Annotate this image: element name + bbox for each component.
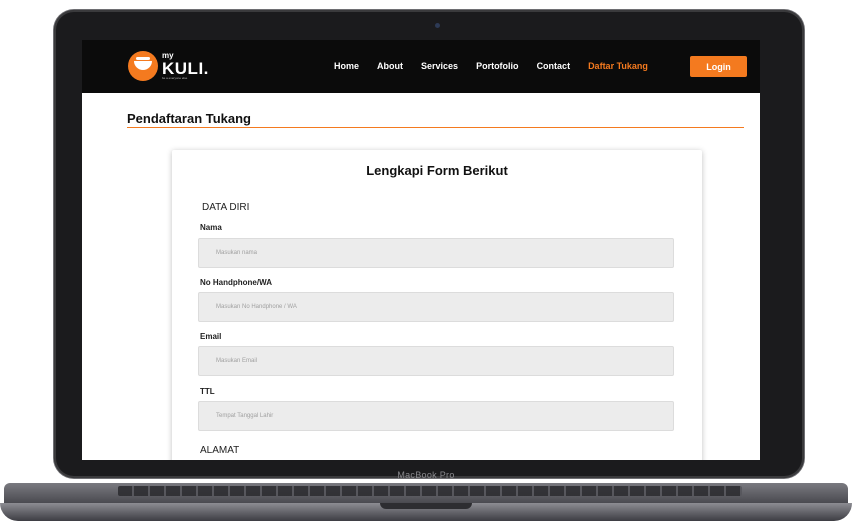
login-button[interactable]: Login	[690, 56, 747, 77]
phone-label: No Handphone/WA	[200, 278, 272, 287]
nav-item-contact[interactable]: Contact	[537, 61, 571, 71]
nav-menu: Home About Services Portofolio Contact D…	[334, 61, 666, 71]
browser-screen: my KULI. be a everyone else Home About S…	[82, 40, 760, 460]
trackpad-notch	[380, 503, 472, 509]
ttl-input[interactable]: Tempat Tanggal Lahir	[198, 401, 674, 431]
logo[interactable]: my KULI. be a everyone else	[128, 51, 209, 81]
nav-item-daftar-tukang[interactable]: Daftar Tukang	[588, 61, 648, 71]
logo-name: KULI.	[162, 59, 209, 78]
page-title: Pendaftaran Tukang	[127, 111, 252, 126]
name-input[interactable]: Masukan nama	[198, 238, 674, 268]
logo-helmet-icon	[128, 51, 158, 81]
name-label: Nama	[200, 223, 222, 232]
phone-input[interactable]: Masukan No Handphone / WA	[198, 292, 674, 322]
nav-item-home[interactable]: Home	[334, 61, 359, 71]
camera-icon	[435, 23, 440, 28]
form-title: Lengkapi Form Berikut	[366, 163, 508, 178]
laptop-base	[0, 483, 852, 523]
email-input[interactable]: Masukan Email	[198, 346, 674, 376]
email-label: Email	[200, 332, 222, 341]
device-label: MacBook Pro	[397, 470, 455, 480]
ttl-label: TTL	[200, 387, 215, 396]
section-data-diri: DATA DIRI	[202, 202, 250, 213]
nav-item-portofolio[interactable]: Portofolio	[476, 61, 519, 71]
nav-item-about[interactable]: About	[377, 61, 403, 71]
navbar: my KULI. be a everyone else Home About S…	[82, 40, 760, 93]
registration-form-card: Lengkapi Form Berikut DATA DIRI Nama Mas…	[172, 150, 702, 460]
nav-item-services[interactable]: Services	[421, 61, 458, 71]
title-divider	[127, 127, 744, 128]
keyboard	[118, 486, 742, 496]
section-alamat: ALAMAT	[200, 445, 240, 456]
